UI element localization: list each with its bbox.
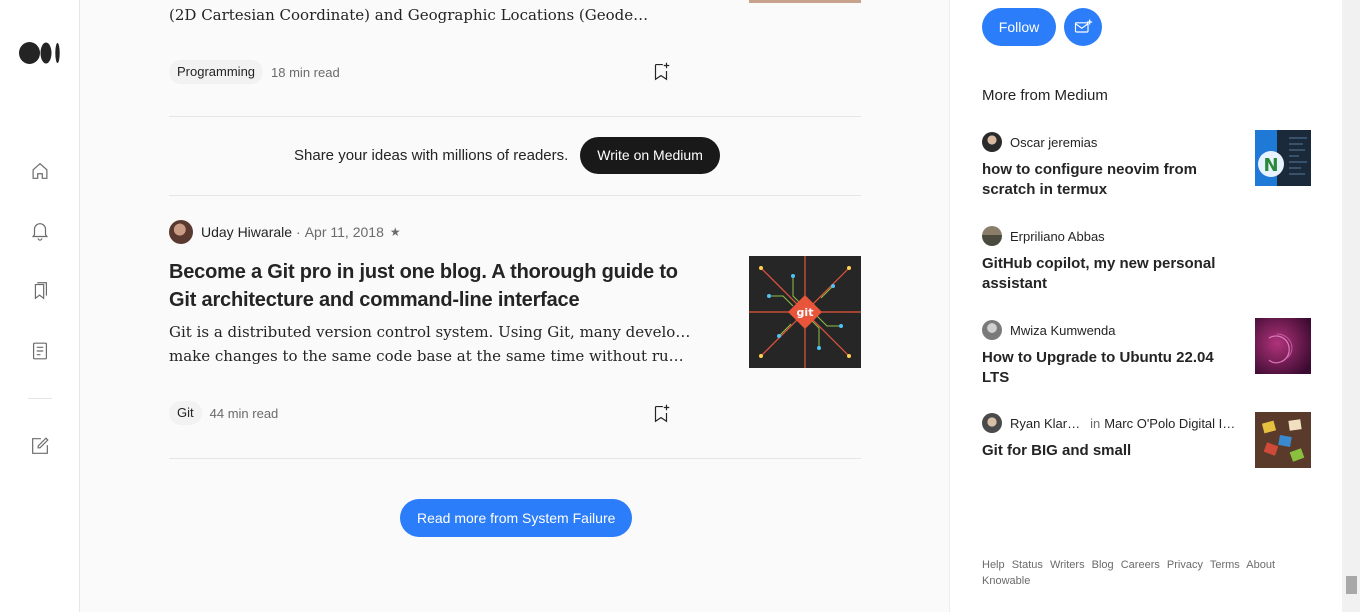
avatar[interactable] xyxy=(982,320,1002,340)
article-thumbnail[interactable]: git xyxy=(749,256,861,368)
divider xyxy=(169,195,861,196)
previous-article-read-time: 18 min read xyxy=(271,64,340,80)
stories-icon[interactable] xyxy=(28,339,52,363)
article-read-time: 44 min read xyxy=(209,405,279,421)
main-content: (2D Cartesian Coordinate) and Geographic… xyxy=(80,0,950,612)
recommendation-item: Erpriliano Abbas GitHub copilot, my new … xyxy=(982,226,1311,294)
write-promo: Share your ideas with millions of reader… xyxy=(294,137,720,174)
recommendation-author[interactable]: Erpriliano Abbas xyxy=(1010,229,1105,244)
previous-article-thumbnail[interactable] xyxy=(749,0,861,3)
article-excerpt-line: make changes to the same code base at th… xyxy=(169,347,691,365)
recommendation-item: Ryan Klar… in Marc O'Polo Digital In… Gi… xyxy=(982,412,1311,468)
vertical-scrollbar[interactable] xyxy=(1342,0,1360,612)
follow-button[interactable]: Follow xyxy=(982,8,1056,46)
thumbnail-label: git xyxy=(797,306,814,319)
footer-link-blog[interactable]: Blog xyxy=(1092,559,1114,571)
footer-link-writers[interactable]: Writers xyxy=(1050,559,1085,571)
recommendation-title[interactable]: how to configure neovim from scratch in … xyxy=(982,160,1227,200)
article-meta: Git 44 min read xyxy=(169,401,278,425)
bookmark-add-icon[interactable] xyxy=(650,402,672,424)
footer-link-terms[interactable]: Terms xyxy=(1210,559,1240,571)
rail-divider xyxy=(28,398,52,399)
recommendation-thumbnail[interactable]: N xyxy=(1255,130,1311,186)
home-icon[interactable] xyxy=(28,159,52,183)
notifications-icon[interactable] xyxy=(28,219,52,243)
in-label: in xyxy=(1090,415,1101,431)
recommendation-item: Oscar jeremias how to configure neovim f… xyxy=(982,130,1311,200)
recommendation-title[interactable]: GitHub copilot, my new personal assistan… xyxy=(982,254,1227,294)
avatar[interactable] xyxy=(982,413,1002,433)
article-date: Apr 11, 2018 xyxy=(304,224,384,240)
footer-link-about[interactable]: About xyxy=(1246,559,1275,571)
footer-link-help[interactable]: Help xyxy=(982,559,1005,571)
recommendation-author[interactable]: Ryan Klar… xyxy=(1010,416,1080,431)
footer-link-status[interactable]: Status xyxy=(1012,559,1043,571)
divider xyxy=(169,458,861,459)
meta-separator: · xyxy=(296,224,301,240)
recommendation-item: Mwiza Kumwenda How to Upgrade to Ubuntu … xyxy=(982,318,1311,388)
divider xyxy=(169,116,861,117)
recommendation-author[interactable]: Oscar jeremias xyxy=(1010,135,1097,150)
article-tag[interactable]: Git xyxy=(169,401,202,425)
recommendation-thumbnail[interactable] xyxy=(1255,412,1311,468)
article-excerpt[interactable]: Git is a distributed version control sys… xyxy=(169,320,691,368)
left-navigation xyxy=(0,0,80,612)
promo-text: Share your ideas with millions of reader… xyxy=(294,147,569,164)
article-title[interactable]: Become a Git pro in just one blog. A tho… xyxy=(169,258,709,314)
subscribe-email-button[interactable] xyxy=(1064,8,1102,46)
avatar[interactable] xyxy=(982,226,1002,246)
medium-logo[interactable] xyxy=(19,41,61,65)
recommendation-thumbnail[interactable] xyxy=(1255,318,1311,374)
more-from-medium-heading: More from Medium xyxy=(982,87,1108,104)
previous-article-excerpt[interactable]: (2D Cartesian Coordinate) and Geographic… xyxy=(169,3,649,27)
footer-links: Help Status Writers Blog Careers Privacy… xyxy=(982,557,1282,589)
svg-text:N: N xyxy=(1263,155,1278,176)
mail-plus-icon xyxy=(1074,19,1093,33)
write-icon[interactable] xyxy=(28,434,52,458)
recommendation-author[interactable]: Mwiza Kumwenda xyxy=(1010,323,1116,338)
write-on-medium-button[interactable]: Write on Medium xyxy=(580,137,720,174)
recommendation-title[interactable]: How to Upgrade to Ubuntu 22.04 LTS xyxy=(982,348,1227,388)
right-sidebar: Follow More from Medium Oscar jeremias h… xyxy=(950,0,1342,612)
member-star-icon: ★ xyxy=(389,225,401,239)
recommendation-publication[interactable]: Marc O'Polo Digital In… xyxy=(1104,416,1238,431)
read-more-button[interactable]: Read more from System Failure xyxy=(400,499,633,537)
author-avatar[interactable] xyxy=(169,220,193,244)
article-excerpt-line: Git is a distributed version control sys… xyxy=(169,323,691,341)
recommendation-title[interactable]: Git for BIG and small xyxy=(982,441,1227,461)
footer-link-knowable[interactable]: Knowable xyxy=(982,575,1030,587)
article-author-row: Uday Hiwarale · Apr 11, 2018 ★ xyxy=(169,220,401,244)
footer-link-privacy[interactable]: Privacy xyxy=(1167,559,1203,571)
author-name[interactable]: Uday Hiwarale xyxy=(201,224,292,240)
footer-link-careers[interactable]: Careers xyxy=(1121,559,1160,571)
bookmark-add-icon[interactable] xyxy=(650,60,672,82)
previous-article-meta: Programming 18 min read xyxy=(169,60,340,84)
avatar[interactable] xyxy=(982,132,1002,152)
lists-icon[interactable] xyxy=(28,279,52,303)
scrollbar-thumb[interactable] xyxy=(1346,576,1357,594)
previous-article-tag[interactable]: Programming xyxy=(169,60,264,84)
